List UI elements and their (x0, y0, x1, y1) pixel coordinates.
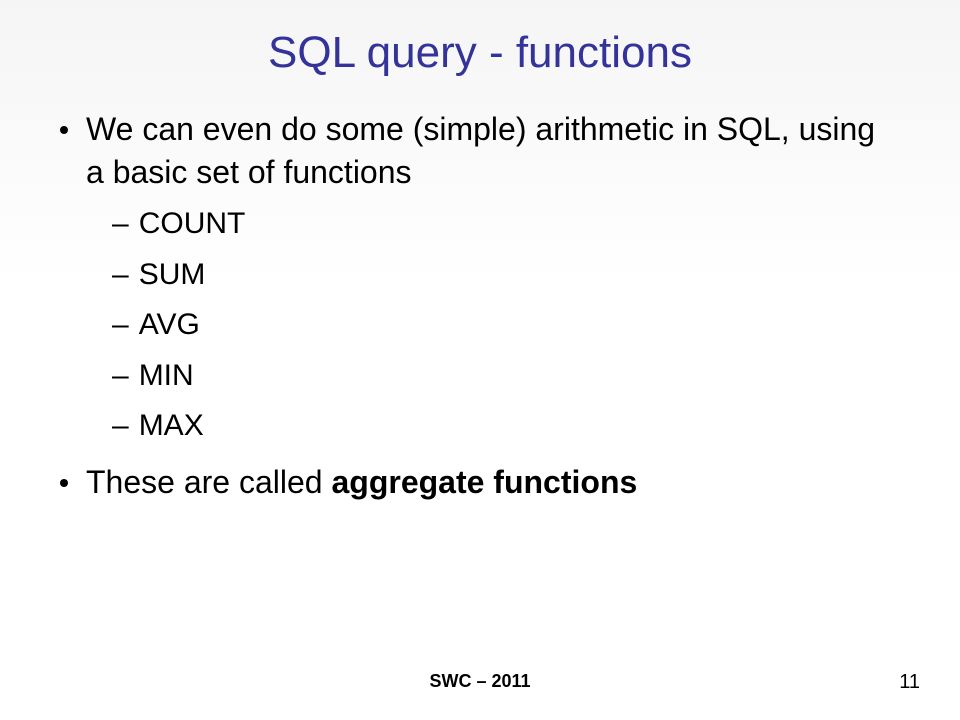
slide-content: We can even do some (simple) arithmetic … (0, 108, 960, 504)
sub-item-min: – MIN (112, 356, 900, 397)
bullet-marker-icon (60, 126, 68, 134)
footer-text: SWC – 2011 (429, 671, 530, 692)
bullet-item-2: These are called aggregate functions (60, 461, 900, 504)
sub-item-count: – COUNT (112, 204, 900, 245)
sub-item-sum: – SUM (112, 255, 900, 296)
bullet-text-bold: aggregate functions (331, 464, 637, 500)
dash-marker-icon: – (112, 204, 129, 245)
sub-item-label: COUNT (139, 204, 246, 245)
dash-marker-icon: – (112, 255, 129, 296)
dash-marker-icon: – (112, 305, 129, 346)
slide-footer: SWC – 2011 (0, 671, 960, 692)
bullet-text-prefix: These are called (86, 464, 331, 500)
dash-marker-icon: – (112, 356, 129, 397)
dash-marker-icon: – (112, 406, 129, 447)
sub-list: – COUNT – SUM – AVG – MIN – MAX (60, 204, 900, 447)
bullet-marker-icon (60, 479, 68, 487)
slide-title: SQL query - functions (0, 0, 960, 108)
sub-item-label: SUM (139, 255, 206, 296)
bullet-text: These are called aggregate functions (86, 461, 900, 504)
sub-item-label: AVG (139, 305, 200, 346)
sub-item-label: MAX (139, 406, 204, 447)
page-number: 11 (899, 671, 920, 694)
bullet-item-1: We can even do some (simple) arithmetic … (60, 108, 900, 194)
sub-item-avg: – AVG (112, 305, 900, 346)
sub-item-max: – MAX (112, 406, 900, 447)
sub-item-label: MIN (139, 356, 194, 397)
bullet-text: We can even do some (simple) arithmetic … (86, 108, 900, 194)
